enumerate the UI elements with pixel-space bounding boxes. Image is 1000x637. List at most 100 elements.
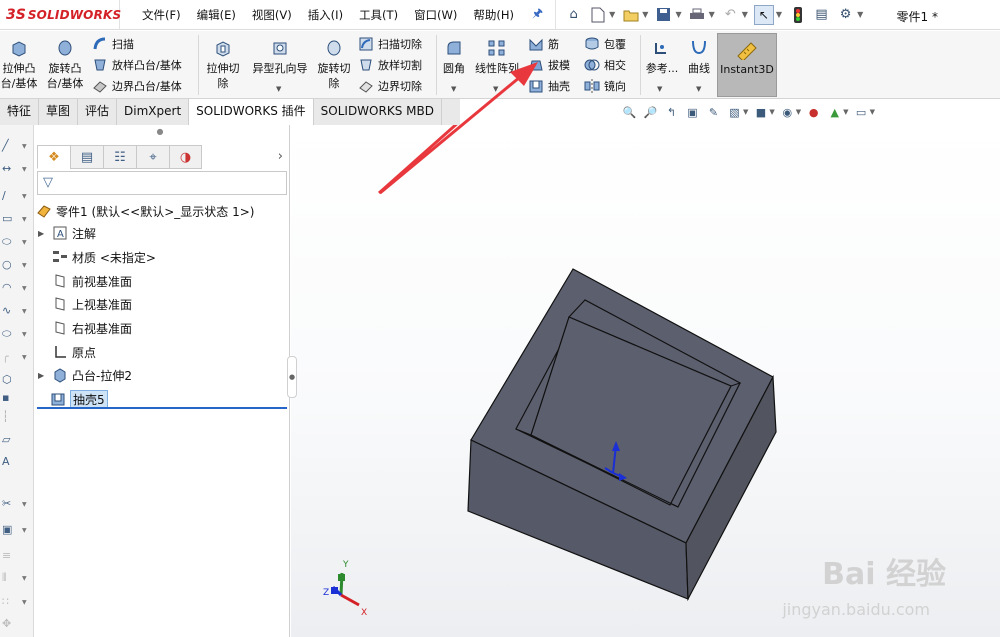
sweep-button[interactable]: 扫描: [92, 36, 134, 52]
fillet-button[interactable]: 圆角: [440, 39, 468, 76]
file-properties-icon[interactable]: ▤: [812, 5, 831, 24]
spline-icon[interactable]: ∿: [2, 304, 16, 318]
menu-window[interactable]: 窗口(W): [414, 7, 457, 23]
wrap-button[interactable]: 包覆: [584, 36, 626, 52]
point-icon[interactable]: ▪: [2, 391, 16, 405]
shelled-box-model[interactable]: [467, 268, 777, 602]
tab-evaluate[interactable]: 评估: [78, 99, 118, 125]
rebuild-traffic-light-icon[interactable]: [788, 5, 807, 24]
polygon-icon[interactable]: ⬡: [2, 373, 16, 387]
boundary-boss-button[interactable]: 边界凸台/基体: [92, 78, 182, 94]
draft-button[interactable]: 拔模: [528, 57, 570, 73]
centerline-icon[interactable]: ┆: [2, 410, 16, 424]
chevron-down-icon[interactable]: ▼: [696, 85, 701, 93]
tree-item-shell5[interactable]: 抽壳5: [50, 389, 108, 409]
chevron-down-icon[interactable]: ▼: [22, 501, 27, 508]
chevron-down-icon[interactable]: ▼: [451, 85, 456, 93]
chevron-down-icon[interactable]: ▼: [22, 285, 27, 292]
select-pointer-icon[interactable]: ↖: [753, 4, 774, 25]
chevron-down-icon[interactable]: ▼: [776, 10, 782, 19]
chevron-down-icon[interactable]: ▼: [22, 575, 27, 582]
mirror-entities-icon[interactable]: ⫴: [2, 571, 16, 585]
chevron-down-icon[interactable]: ▼: [743, 108, 748, 116]
chevron-down-icon[interactable]: ▼: [642, 10, 648, 19]
smart-dimension-icon[interactable]: ↔: [2, 162, 16, 176]
property-manager-tab-icon[interactable]: ▤: [70, 145, 103, 169]
linear-pattern-button[interactable]: 线性阵列: [471, 39, 523, 76]
extrude-cut-button[interactable]: 拉伸切除: [203, 39, 243, 91]
line-icon[interactable]: ╱: [2, 139, 16, 153]
expand-arrow-icon[interactable]: ▶: [38, 229, 52, 238]
chevron-down-icon[interactable]: ▼: [22, 527, 27, 534]
chevron-down-icon[interactable]: ▼: [276, 85, 281, 93]
swept-cut-button[interactable]: 扫描切除: [358, 36, 422, 52]
undo-icon[interactable]: ↶: [721, 5, 740, 24]
extrude-boss-button[interactable]: 拉伸凸台/基体: [0, 39, 38, 91]
tree-item-right-plane[interactable]: 右视基准面: [52, 318, 132, 338]
chevron-down-icon[interactable]: ▼: [22, 262, 27, 269]
edit-appearance-icon[interactable]: ●: [806, 104, 821, 120]
pin-icon[interactable]: 🖈: [532, 4, 543, 25]
trim-icon[interactable]: ✂: [2, 497, 16, 511]
fillet-sketch-icon[interactable]: ╭: [2, 350, 16, 364]
panel-collapse-handle[interactable]: ●: [287, 356, 297, 398]
text-icon[interactable]: A: [2, 455, 16, 469]
tree-item-annotations[interactable]: ▶ A 注解: [38, 223, 96, 243]
tree-item-boss-extrude2[interactable]: ▶ 凸台-拉伸2: [38, 365, 132, 385]
dimxpert-manager-tab-icon[interactable]: ⌖: [136, 145, 169, 169]
curves-button[interactable]: 曲线: [684, 39, 714, 76]
section-view-icon[interactable]: ▣: [685, 104, 700, 120]
menu-help[interactable]: 帮助(H): [473, 7, 514, 23]
chevron-down-icon[interactable]: ▼: [657, 85, 662, 93]
open-folder-icon[interactable]: [621, 5, 640, 24]
display-manager-tab-icon[interactable]: ◑: [169, 145, 202, 169]
home-icon[interactable]: ⌂: [564, 5, 583, 24]
tree-root-part[interactable]: 零件1 (默认<<默认>_显示状态 1>): [36, 201, 254, 221]
tree-item-origin[interactable]: 原点: [52, 342, 96, 362]
menu-tools[interactable]: 工具(T): [359, 7, 398, 23]
chevron-down-icon[interactable]: ▼: [22, 166, 27, 173]
dynamic-annotation-icon[interactable]: ✎: [706, 104, 721, 120]
menu-insert[interactable]: 插入(I): [308, 7, 343, 23]
chevron-down-icon[interactable]: ▼: [609, 10, 615, 19]
move-entities-icon[interactable]: ✥: [2, 617, 16, 631]
tab-solidworks-addins[interactable]: SOLIDWORKS 插件: [189, 99, 314, 125]
chevron-down-icon[interactable]: ▼: [22, 143, 27, 150]
chevron-down-icon[interactable]: ▼: [22, 193, 27, 200]
chevron-down-icon[interactable]: ▼: [22, 308, 27, 315]
rollback-bar[interactable]: [37, 407, 287, 409]
chevron-down-icon[interactable]: ▼: [769, 108, 774, 116]
chevron-down-icon[interactable]: ▼: [22, 331, 27, 338]
shell-button[interactable]: 抽壳: [528, 78, 570, 94]
tab-dimxpert[interactable]: DimXpert: [117, 99, 190, 125]
display-style-icon[interactable]: ■: [753, 104, 768, 120]
loft-boss-button[interactable]: 放样凸台/基体: [92, 57, 182, 73]
intersect-button[interactable]: 相交: [584, 57, 626, 73]
zoom-to-area-icon[interactable]: 🔎: [643, 104, 658, 120]
print-icon[interactable]: [688, 5, 707, 24]
chevron-down-icon[interactable]: ▼: [857, 10, 863, 19]
configuration-manager-tab-icon[interactable]: ☷: [103, 145, 136, 169]
tree-item-top-plane[interactable]: 上视基准面: [52, 294, 132, 314]
view-settings-monitor-icon[interactable]: ▭: [854, 104, 869, 120]
chevron-down-icon[interactable]: ▼: [709, 10, 715, 19]
slot-icon[interactable]: ⬭: [2, 235, 16, 249]
revolve-boss-button[interactable]: 旋转凸台/基体: [46, 39, 84, 91]
circle-icon[interactable]: ○: [2, 258, 16, 272]
chevron-down-icon[interactable]: ▼: [22, 599, 27, 606]
chevron-right-icon[interactable]: ›: [278, 149, 283, 164]
solidworks-logo[interactable]: 3S SOLIDWORKS: [0, 0, 121, 30]
menu-view[interactable]: 视图(V): [252, 7, 292, 23]
rib-button[interactable]: 筋: [528, 36, 559, 52]
tree-item-material[interactable]: 材质 <未指定>: [52, 247, 156, 267]
options-gear-icon[interactable]: ⚙: [836, 5, 855, 24]
chevron-down-icon[interactable]: ▼: [493, 85, 498, 93]
convert-entities-icon[interactable]: ▣: [2, 523, 16, 537]
instant3d-button[interactable]: Instant3D: [717, 33, 777, 97]
chevron-down-icon[interactable]: ▼: [22, 239, 27, 246]
chevron-down-icon[interactable]: ▼: [796, 108, 801, 116]
graphics-area[interactable]: Y X Z Bai 经验 jingyan.baidu.com: [291, 125, 1000, 637]
chevron-down-icon[interactable]: ▼: [675, 10, 681, 19]
revolve-cut-button[interactable]: 旋转切除: [314, 39, 354, 91]
reference-geometry-button[interactable]: 参考...: [644, 39, 680, 76]
